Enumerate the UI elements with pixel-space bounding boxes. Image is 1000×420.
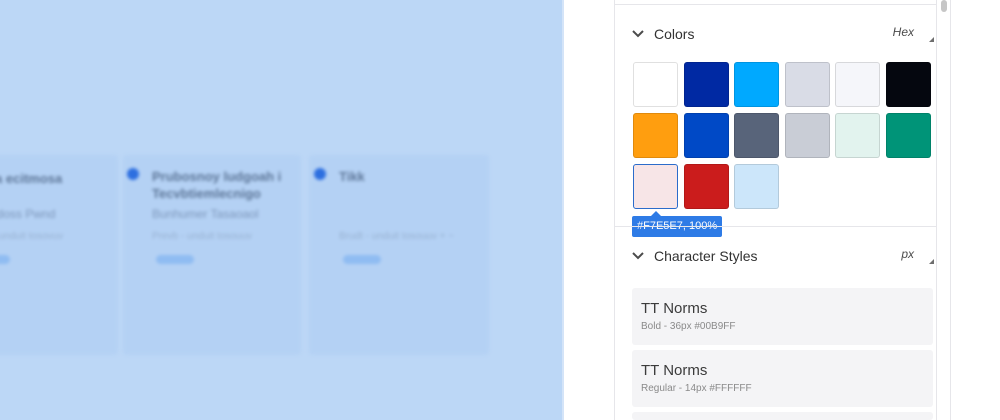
card-title: Tikk [339, 169, 365, 184]
card-subtitle: adoss Pwnd [0, 207, 56, 221]
panel-gutter [564, 0, 614, 420]
character-style-name: TT Norms [641, 300, 708, 317]
card-dot [314, 168, 326, 180]
color-swatch[interactable] [784, 113, 830, 158]
card-badge [156, 255, 194, 264]
character-style-desc: Regular - 14px #FFFFFF [641, 383, 752, 394]
canvas-card: Prubosnoy ludgoah i Tecvbtiemlecnigo Bun… [123, 155, 301, 355]
dropdown-corner-icon[interactable] [929, 259, 934, 264]
canvas-card: Tikk Brudt - unduit tosouuv + ~ [309, 155, 489, 355]
character-style-desc: Bold - 36px #00B9FF [641, 321, 736, 332]
card-badge [0, 255, 10, 264]
card-badge [343, 255, 381, 264]
section-divider [615, 226, 936, 227]
color-swatch[interactable] [683, 62, 729, 107]
card-meta: Prevb - unduit tosouuv [152, 231, 253, 242]
color-swatch[interactable] [734, 62, 780, 107]
color-swatch[interactable] [886, 62, 931, 107]
panel-top-divider [615, 4, 936, 5]
character-styles-section-header[interactable]: Character Styles px [615, 241, 936, 271]
color-swatch-selected[interactable] [633, 164, 678, 209]
card-title: Prubosnoy ludgoah i [152, 169, 282, 184]
color-format-toggle[interactable]: Hex [893, 25, 914, 39]
panel-border [936, 0, 937, 420]
color-swatch[interactable] [734, 164, 780, 209]
color-swatch[interactable] [683, 113, 729, 158]
card-meta: ~ unduit tosovuv [0, 231, 64, 242]
canvas-card: ra ecitmosa adoss Pwnd ~ unduit tosovuv [0, 155, 118, 355]
color-swatch[interactable] [835, 62, 881, 107]
chevron-down-icon[interactable] [631, 249, 645, 263]
colors-section-title: Colors [654, 26, 695, 42]
character-style-name: TT Norms [641, 362, 708, 379]
color-swatch[interactable] [683, 164, 729, 209]
canvas-content-blurred: ra ecitmosa adoss Pwnd ~ unduit tosovuv … [0, 0, 562, 420]
card-meta: Brudt - unduit tosouuv + ~ [339, 231, 455, 242]
card-title-line2: Tecvbtiemlecnigo [152, 186, 261, 201]
color-swatch[interactable] [734, 113, 780, 158]
colors-section-header[interactable]: Colors Hex [615, 19, 936, 49]
scrollbar-thumb[interactable] [941, 0, 947, 12]
design-canvas[interactable]: ra ecitmosa adoss Pwnd ~ unduit tosovuv … [0, 0, 562, 420]
chevron-down-icon[interactable] [631, 27, 645, 41]
color-swatch[interactable] [835, 113, 881, 158]
character-styles-section-title: Character Styles [654, 248, 758, 264]
character-style-card[interactable]: TT Norms Bold - 36px #00B9FF [632, 288, 933, 345]
card-subtitle: Bunhumer Tasaoaol [152, 207, 259, 221]
color-swatch[interactable] [633, 113, 678, 158]
color-swatch[interactable] [784, 62, 830, 107]
color-swatch[interactable] [886, 113, 931, 158]
dropdown-corner-icon[interactable] [929, 37, 934, 42]
character-style-card[interactable] [632, 412, 933, 420]
card-title: ra ecitmosa [0, 171, 63, 186]
card-dot [127, 168, 139, 180]
character-style-card[interactable]: TT Norms Regular - 14px #FFFFFF [632, 350, 933, 407]
scrollbar[interactable] [938, 0, 951, 420]
color-swatch[interactable] [633, 62, 678, 107]
unit-toggle[interactable]: px [901, 247, 914, 261]
